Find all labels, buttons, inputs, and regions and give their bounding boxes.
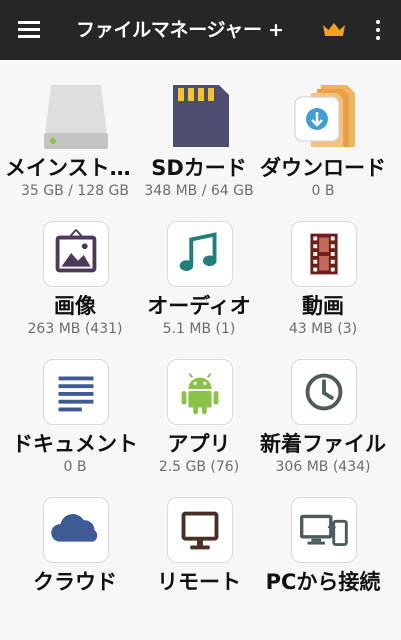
tile-sub: 0 B: [311, 183, 335, 199]
pc-connect-icon: [291, 497, 357, 563]
sd-card-icon: [167, 83, 233, 149]
tile-label: 動画: [302, 294, 344, 318]
tile-remote[interactable]: リモート: [135, 497, 263, 627]
tile-sub: 43 MB (3): [288, 321, 358, 337]
tile-cloud[interactable]: クラウド: [11, 497, 139, 627]
tile-label: 画像: [54, 294, 96, 318]
tile-sd-card[interactable]: SDカード 348 MB / 64 GB: [135, 83, 263, 213]
tile-label: リモート: [157, 570, 241, 594]
tile-sub: 35 GB / 128 GB: [21, 183, 129, 199]
tile-label: 新着ファイル: [260, 432, 386, 456]
tile-video[interactable]: 動画 43 MB (3): [259, 221, 387, 351]
tile-label: メインストレージ: [5, 156, 145, 180]
hard-drive-icon: [43, 83, 109, 149]
hamburger-menu-icon[interactable]: [18, 21, 40, 39]
clock-icon: [291, 359, 357, 425]
tile-label: クラウド: [33, 570, 117, 594]
music-note-icon: [167, 221, 233, 287]
tile-label: PCから接続: [265, 570, 381, 594]
tile-images[interactable]: 画像 263 MB (431): [11, 221, 139, 351]
tile-audio[interactable]: オーディオ 5.1 MB (1): [135, 221, 263, 351]
android-icon: [167, 359, 233, 425]
tile-sub: 2.5 GB (76): [158, 459, 240, 475]
tile-label: ドキュメント: [12, 432, 138, 456]
tile-downloads[interactable]: ダウンロード 0 B: [259, 83, 387, 213]
film-icon: [291, 221, 357, 287]
app-title: ファイルマネージャー +: [76, 19, 284, 41]
monitor-icon: [167, 497, 233, 563]
tile-label: ダウンロード: [260, 156, 386, 180]
tile-sub: 306 MB (434): [275, 459, 371, 475]
crown-icon[interactable]: [322, 21, 346, 39]
tile-sub: 348 MB / 64 GB: [144, 183, 254, 199]
app-bar: ファイルマネージャー +: [0, 0, 401, 60]
tile-sub: 263 MB (431): [27, 321, 123, 337]
tile-sub: 0 B: [63, 459, 87, 475]
tile-label: アプリ: [167, 432, 231, 456]
download-folder-icon: [291, 83, 357, 149]
more-vert-icon[interactable]: [368, 17, 388, 43]
tile-documents[interactable]: ドキュメント 0 B: [11, 359, 139, 489]
image-icon: [43, 221, 109, 287]
cloud-icon: [43, 497, 109, 563]
tile-apps[interactable]: アプリ 2.5 GB (76): [135, 359, 263, 489]
tile-pc-connect[interactable]: PCから接続: [259, 497, 387, 627]
tile-label: SDカード: [151, 156, 247, 180]
tile-label: オーディオ: [147, 294, 251, 318]
tile-recent-files[interactable]: 新着ファイル 306 MB (434): [259, 359, 387, 489]
tile-main-storage[interactable]: メインストレージ 35 GB / 128 GB: [5, 83, 145, 213]
tile-sub: 5.1 MB (1): [162, 321, 236, 337]
document-icon: [43, 359, 109, 425]
